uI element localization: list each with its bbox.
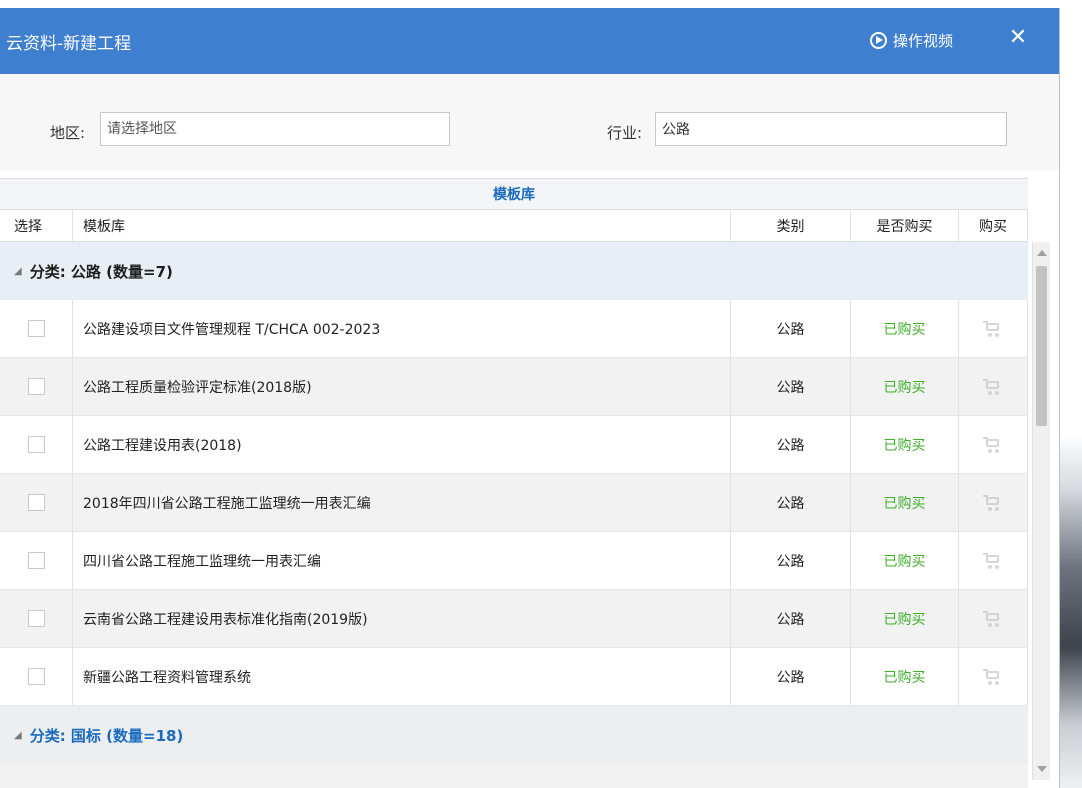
template-category: 公路 (731, 474, 851, 531)
scroll-down-arrow-icon[interactable] (1037, 766, 1047, 772)
header-template-name[interactable]: 模板库 (73, 210, 731, 241)
partial-cell (851, 764, 959, 788)
grid-scrollbar[interactable] (1032, 242, 1050, 780)
template-name: 公路建设项目文件管理规程 T/CHCA 002-2023 (73, 300, 731, 357)
table-row-partial[interactable] (0, 764, 1028, 788)
cart-icon[interactable] (983, 378, 1003, 396)
cart-icon[interactable] (983, 320, 1003, 338)
cart-icon[interactable] (983, 610, 1003, 628)
scroll-up-arrow-icon[interactable] (1037, 250, 1047, 256)
buy-cell (959, 532, 1028, 589)
template-category: 公路 (731, 358, 851, 415)
purchased-status: 已购买 (851, 648, 959, 705)
row-checkbox[interactable] (28, 668, 45, 685)
purchased-status: 已购买 (851, 416, 959, 473)
scroll-thumb[interactable] (1036, 266, 1047, 426)
industry-input[interactable] (655, 112, 1007, 146)
purchased-status: 已购买 (851, 358, 959, 415)
purchased-status: 已购买 (851, 300, 959, 357)
purchased-status: 已购买 (851, 532, 959, 589)
header-purchased[interactable]: 是否购买 (851, 210, 959, 241)
header-category[interactable]: 类别 (731, 210, 851, 241)
group-header[interactable]: ◢ 分类: 国标 (数量=18) (0, 706, 1028, 764)
select-cell (0, 590, 73, 647)
close-icon[interactable]: ✕ (1004, 24, 1032, 52)
template-name: 云南省公路工程建设用表标准化指南(2019版) (73, 590, 731, 647)
buy-cell (959, 300, 1028, 357)
cart-icon[interactable] (983, 552, 1003, 570)
grid-caption: 模板库 (0, 178, 1028, 210)
cart-icon[interactable] (983, 668, 1003, 686)
row-checkbox[interactable] (28, 320, 45, 337)
grid-header: 选择 模板库 类别 是否购买 购买 (0, 210, 1028, 242)
buy-cell (959, 648, 1028, 705)
buy-cell (959, 590, 1028, 647)
table-row[interactable]: 新疆公路工程资料管理系统 公路 已购买 (0, 648, 1028, 706)
row-checkbox[interactable] (28, 436, 45, 453)
select-cell (0, 532, 73, 589)
region-label: 地区: (50, 124, 86, 142)
new-project-dialog: 云资料-新建工程 操作视频 ✕ 地区: 行业: 模板库 选择 模板库 类别 是否… (0, 8, 1060, 788)
title-bar: 云资料-新建工程 操作视频 ✕ (0, 8, 1059, 74)
cart-icon[interactable] (983, 436, 1003, 454)
template-category: 公路 (731, 532, 851, 589)
buy-cell (959, 358, 1028, 415)
grid-body: ◢ 分类: 公路 (数量=7) 公路建设项目文件管理规程 T/CHCA 002-20… (0, 242, 1028, 788)
industry-label: 行业: (607, 124, 643, 142)
table-row[interactable]: 公路工程质量检验评定标准(2018版) 公路 已购买 (0, 358, 1028, 416)
table-row[interactable]: 2018年四川省公路工程施工监理统一用表汇编 公路 已购买 (0, 474, 1028, 532)
template-name: 2018年四川省公路工程施工监理统一用表汇编 (73, 474, 731, 531)
expand-triangle-icon[interactable]: ◢ (14, 730, 22, 741)
expand-triangle-icon[interactable]: ◢ (14, 266, 22, 277)
table-row[interactable]: 云南省公路工程建设用表标准化指南(2019版) 公路 已购买 (0, 590, 1028, 648)
desktop-backdrop (1060, 0, 1082, 788)
row-checkbox[interactable] (28, 552, 45, 569)
table-row[interactable]: 公路建设项目文件管理规程 T/CHCA 002-2023 公路 已购买 (0, 300, 1028, 358)
play-circle-icon (870, 32, 887, 49)
row-checkbox[interactable] (28, 494, 45, 511)
purchased-status: 已购买 (851, 474, 959, 531)
operation-video-label: 操作视频 (893, 32, 954, 50)
header-select[interactable]: 选择 (0, 210, 73, 241)
group-header[interactable]: ◢ 分类: 公路 (数量=7) (0, 242, 1028, 300)
filter-bar: 地区: 行业: (0, 74, 1059, 170)
select-cell (0, 416, 73, 473)
table-row[interactable]: 四川省公路工程施工监理统一用表汇编 公路 已购买 (0, 532, 1028, 590)
group-label: 分类: 国标 (数量=18) (29, 726, 184, 745)
template-name: 四川省公路工程施工监理统一用表汇编 (73, 532, 731, 589)
partial-cell (959, 764, 1028, 788)
header-buy[interactable]: 购买 (959, 210, 1028, 241)
template-name: 公路工程质量检验评定标准(2018版) (73, 358, 731, 415)
purchased-status: 已购买 (851, 590, 959, 647)
template-grid: 模板库 选择 模板库 类别 是否购买 购买 ◢ 分类: 公路 (数量=7) 公路建设… (0, 178, 1028, 788)
buy-cell (959, 474, 1028, 531)
operation-video-button[interactable]: 操作视频 (870, 30, 953, 51)
select-cell (0, 648, 73, 705)
template-name: 新疆公路工程资料管理系统 (73, 648, 731, 705)
region-input[interactable] (100, 112, 450, 146)
cart-icon[interactable] (983, 494, 1003, 512)
template-name: 公路工程建设用表(2018) (73, 416, 731, 473)
template-category: 公路 (731, 416, 851, 473)
row-checkbox[interactable] (28, 610, 45, 627)
dialog-title: 云资料-新建工程 (6, 34, 132, 54)
partial-cell (731, 764, 851, 788)
template-category: 公路 (731, 300, 851, 357)
select-cell (0, 300, 73, 357)
select-cell (0, 358, 73, 415)
table-row[interactable]: 公路工程建设用表(2018) 公路 已购买 (0, 416, 1028, 474)
buy-cell (959, 416, 1028, 473)
partial-cell (73, 764, 731, 788)
partial-cell (0, 764, 73, 788)
group-label: 分类: 公路 (数量=7) (29, 262, 173, 281)
row-checkbox[interactable] (28, 378, 45, 395)
select-cell (0, 474, 73, 531)
template-category: 公路 (731, 590, 851, 647)
template-category: 公路 (731, 648, 851, 705)
